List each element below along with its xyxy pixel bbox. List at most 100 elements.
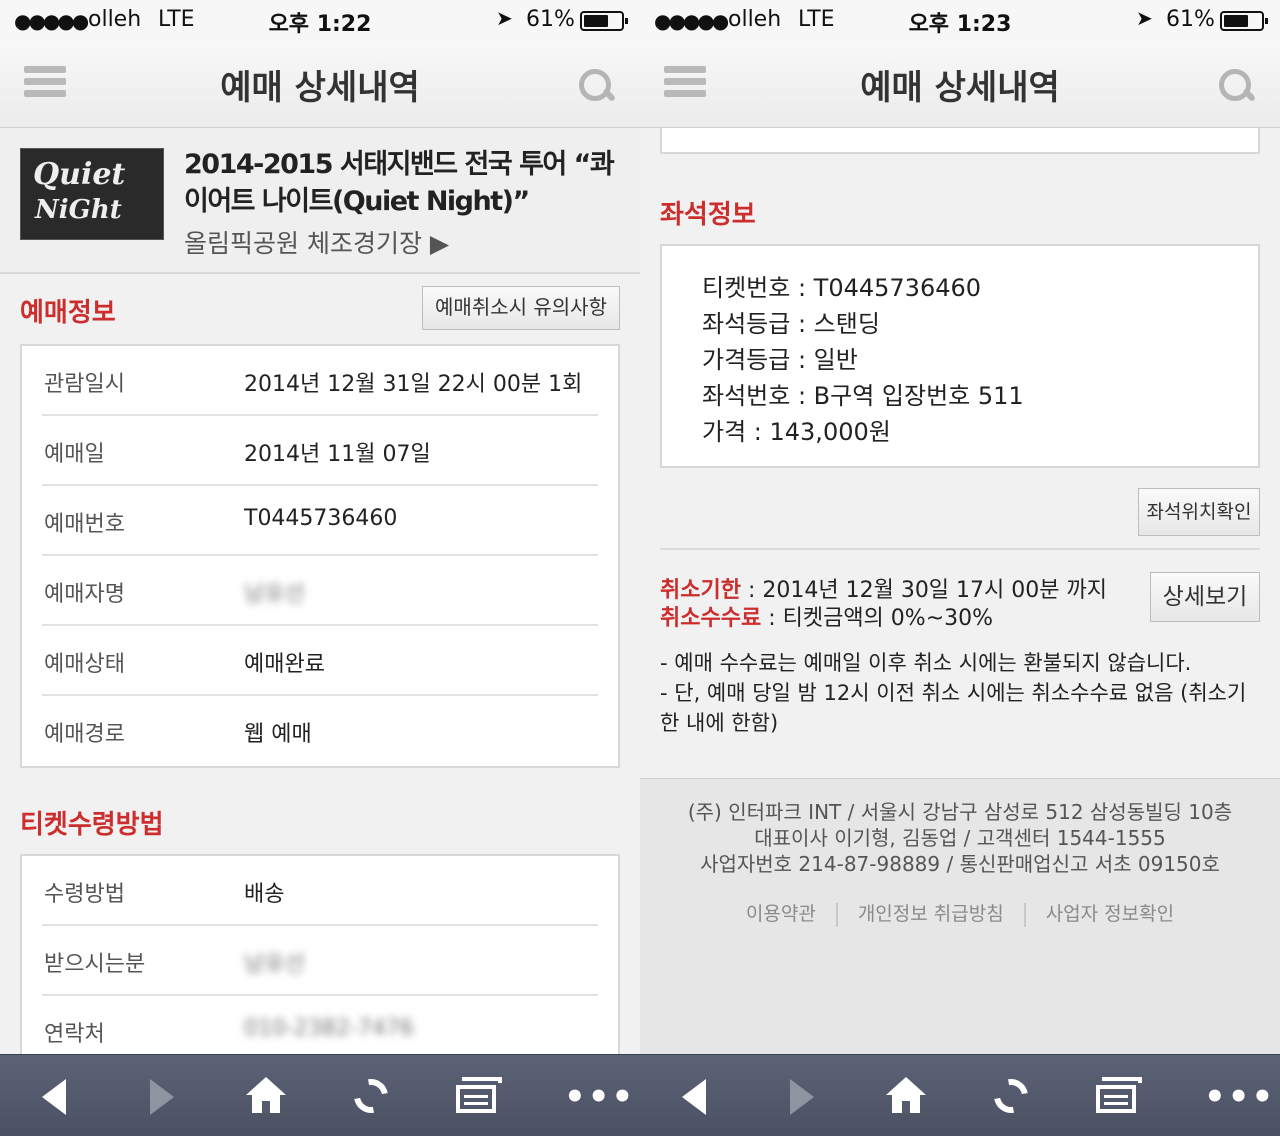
page-title: 예매 상세내역 <box>860 68 1060 108</box>
forward-icon[interactable] <box>782 1077 822 1117</box>
footer-links: 이용약관 개인정보 취급방침 사업자 정보확인 <box>640 899 1280 927</box>
browser-toolbar: ••• <box>640 1054 1280 1136</box>
link-separator <box>1023 902 1026 927</box>
event-poster-image: Quiet NiGht <box>20 148 164 240</box>
table-row: 예매자명 남유선 <box>42 556 598 626</box>
table-row: 예매상태 예매완료 <box>42 626 598 696</box>
app-header: 예매 상세내역 <box>0 40 640 128</box>
row-value: 2014년 11월 07일 <box>244 442 431 467</box>
footer-line: 대표이사 이기형, 김동업 / 고객센터 1544-1555 <box>754 826 1166 850</box>
back-icon[interactable] <box>34 1077 74 1117</box>
more-icon[interactable]: ••• <box>564 1077 633 1117</box>
page-content: Quiet NiGht 2014-2015 서태지밴드 전국 투어 “콰이어트 … <box>0 128 640 1054</box>
home-icon[interactable] <box>246 1077 286 1117</box>
table-row: 수령방법 배송 <box>42 856 598 926</box>
refresh-icon[interactable] <box>347 1072 395 1120</box>
section-title-booking: 예매정보 <box>20 298 116 328</box>
status-bar: ●●●●● olleh LTE 오후 1:23 ➤ 61% <box>640 0 1280 40</box>
more-icon[interactable]: ••• <box>1204 1077 1273 1117</box>
more-glyph: ••• <box>1204 1077 1276 1117</box>
section-title-receipt: 티켓수령방법 <box>20 810 164 840</box>
business-info-link[interactable]: 사업자 정보확인 <box>1046 903 1174 925</box>
battery-icon <box>580 11 628 31</box>
row-label: 예매상태 <box>44 652 125 677</box>
table-row: 연락처 010-2382-7476 <box>42 996 598 1054</box>
forward-icon[interactable] <box>142 1077 182 1117</box>
footer: (주) 인터파크 INT / 서울시 강남구 삼성로 512 삼성동빌딩 10층… <box>640 778 1280 1054</box>
table-row: 예매일 2014년 11월 07일 <box>42 416 598 486</box>
event-venue-link[interactable]: 올림픽공원 체조경기장 ▶ <box>184 224 449 260</box>
row-label: 수령방법 <box>44 882 125 907</box>
privacy-link[interactable]: 개인정보 취급방침 <box>858 903 1004 925</box>
detail-button[interactable]: 상세보기 <box>1150 572 1260 622</box>
row-label: 예매경로 <box>44 722 125 747</box>
screen-right: ●●●●● olleh LTE 오후 1:23 ➤ 61% 예매 상세내역 좌석… <box>640 0 1280 1136</box>
seat-location-button[interactable]: 좌석위치확인 <box>1138 488 1260 536</box>
refresh-icon[interactable] <box>987 1072 1035 1120</box>
booking-info-table: 관람일시 2014년 12월 31일 22시 00분 1회 예매일 2014년 11… <box>20 344 620 768</box>
footer-line: (주) 인터파크 INT / 서울시 강남구 삼성로 512 삼성동빌딩 10층 <box>687 800 1233 824</box>
page-content: 좌석정보 티켓번호 : T0445736460 좌석등급 : 스탠딩 가격등급 … <box>640 128 1280 1054</box>
more-glyph: ••• <box>564 1077 636 1117</box>
poster-text-2: NiGht <box>35 195 122 225</box>
company-info: (주) 인터파크 INT / 서울시 강남구 삼성로 512 삼성동빌딩 10층… <box>640 799 1280 877</box>
tabs-icon[interactable] <box>1096 1077 1142 1117</box>
app-header: 예매 상세내역 <box>640 40 1280 128</box>
section-title-seat: 좌석정보 <box>660 200 756 230</box>
location-arrow-icon: ➤ <box>1136 6 1153 30</box>
table-row: 예매번호 T0445736460 <box>42 486 598 556</box>
row-value: 예매완료 <box>244 652 325 677</box>
event-name: 2014-2015 서태지밴드 전국 투어 “콰이어트 나이트(Quiet Ni… <box>184 149 615 217</box>
table-row: 예매경로 웹 예매 <box>42 696 598 766</box>
row-label: 예매자명 <box>44 582 125 607</box>
price: 가격 : 143,000원 <box>702 418 891 446</box>
footer-line: 사업자번호 214-87-98889 / 통신판매업신고 서초 09150호 <box>700 852 1220 876</box>
note-item: - 예매 수수료는 예매일 이후 취소 시에는 환불되지 않습니다. <box>660 651 1192 675</box>
location-arrow-icon: ➤ <box>496 6 513 30</box>
battery-icon <box>1220 11 1268 31</box>
seat-info-box: 티켓번호 : T0445736460 좌석등급 : 스탠딩 가격등급 : 일반 … <box>660 244 1260 468</box>
event-summary[interactable]: Quiet NiGht 2014-2015 서태지밴드 전국 투어 “콰이어트 … <box>0 128 640 274</box>
table-row: 관람일시 2014년 12월 31일 22시 00분 1회 <box>42 346 598 416</box>
price-grade: 가격등급 : 일반 <box>702 346 858 374</box>
cancel-notice-button[interactable]: 예매취소시 유의사항 <box>422 286 620 330</box>
seat-number: 좌석번호 : B구역 입장번호 511 <box>702 382 1024 410</box>
row-value: 웹 예매 <box>244 722 312 747</box>
row-value: 2014년 12월 31일 22시 00분 1회 <box>244 372 583 397</box>
row-value: 010-2382-7476 <box>244 1016 414 1041</box>
scrolled-table-bottom <box>660 128 1260 154</box>
browser-toolbar: ••• <box>0 1054 640 1136</box>
row-value: 남유선 <box>244 952 305 977</box>
cancel-fee: 취소수수료 : 티켓금액의 0%~30% <box>660 600 993 632</box>
link-separator <box>835 902 838 927</box>
screen-left: ●●●●● olleh LTE 오후 1:22 ➤ 61% 예매 상세내역 Qu… <box>0 0 640 1136</box>
cancel-notes: - 예매 수수료는 예매일 이후 취소 시에는 환불되지 않습니다. - 단, … <box>660 648 1260 738</box>
battery-percent: 61% <box>1166 7 1215 32</box>
row-label: 예매일 <box>44 442 105 467</box>
row-value: 남유선 <box>244 582 305 607</box>
row-value: 배송 <box>244 882 285 907</box>
battery-percent: 61% <box>526 7 575 32</box>
tabs-icon[interactable] <box>456 1077 502 1117</box>
back-icon[interactable] <box>674 1077 714 1117</box>
receipt-info-table: 수령방법 배송 받으시는분 남유선 연락처 010-2382-7476 <box>20 854 620 1054</box>
table-row: 받으시는분 남유선 <box>42 926 598 996</box>
seat-grade: 좌석등급 : 스탠딩 <box>702 310 880 338</box>
ticket-number: 티켓번호 : T0445736460 <box>702 274 982 302</box>
row-label: 받으시는분 <box>44 952 146 977</box>
row-label: 연락처 <box>44 1022 105 1047</box>
divider <box>660 548 1260 550</box>
cancel-fee-label: 취소수수료 <box>660 606 762 631</box>
search-icon[interactable] <box>1216 66 1256 106</box>
status-bar: ●●●●● olleh LTE 오후 1:22 ➤ 61% <box>0 0 640 40</box>
note-item: - 단, 예매 당일 밤 12시 이전 취소 시에는 취소수수료 없음 (취소기… <box>660 681 1247 735</box>
row-label: 관람일시 <box>44 372 125 397</box>
row-label: 예매번호 <box>44 512 125 537</box>
page-title: 예매 상세내역 <box>220 68 420 108</box>
row-value: T0445736460 <box>244 506 398 531</box>
home-icon[interactable] <box>886 1077 926 1117</box>
terms-link[interactable]: 이용약관 <box>746 903 816 925</box>
poster-text-1: Quiet <box>33 157 126 192</box>
cancel-fee-value: : 티켓금액의 0%~30% <box>761 606 994 631</box>
search-icon[interactable] <box>576 66 616 106</box>
